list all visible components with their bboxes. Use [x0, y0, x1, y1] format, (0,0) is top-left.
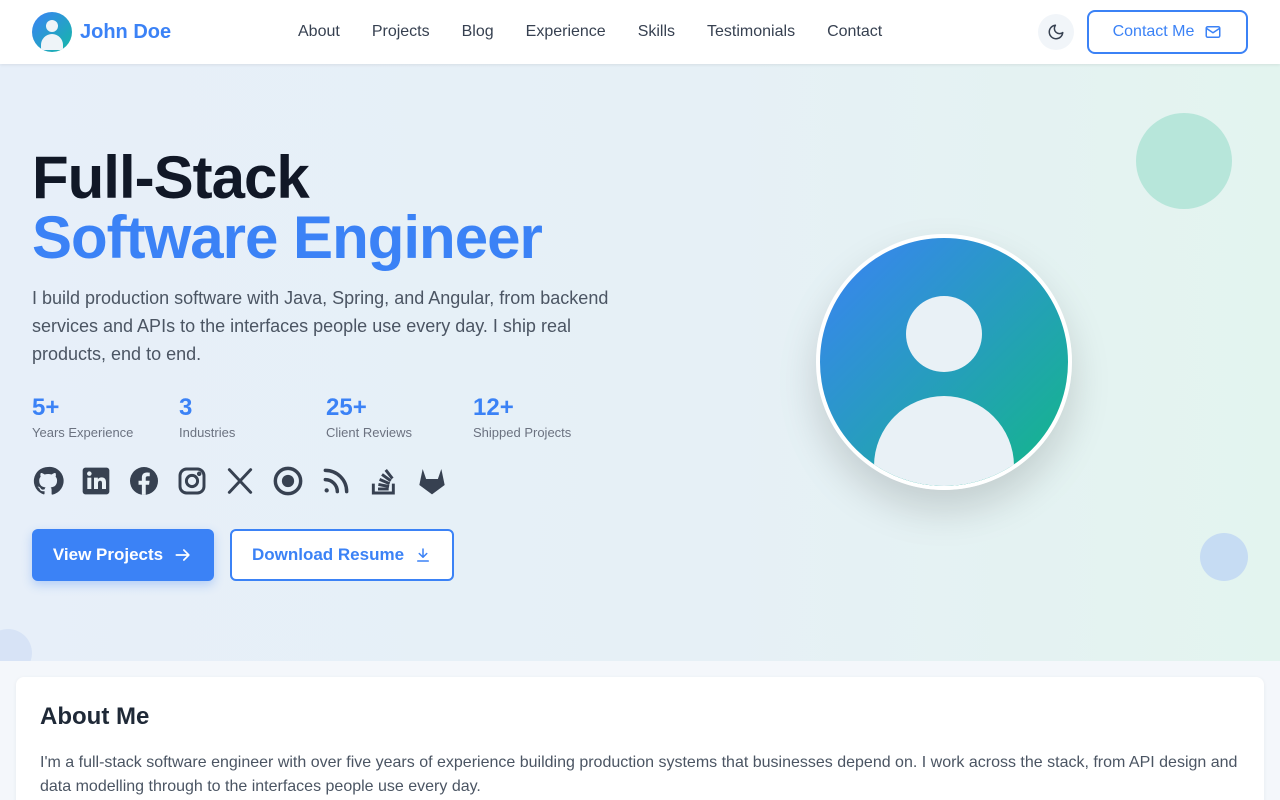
hero-title-line2: Software Engineer	[32, 204, 543, 271]
linkedin-link[interactable]	[80, 465, 112, 497]
rss-link[interactable]	[320, 465, 352, 497]
stat-value: 5+	[32, 394, 60, 421]
github-link[interactable]	[32, 465, 64, 497]
rss-icon	[323, 468, 349, 494]
stat-label: Industries	[179, 425, 236, 440]
stat-label: Shipped Projects	[473, 425, 572, 440]
hero-section: Full-Stack Software Engineer I build pro…	[0, 64, 1280, 661]
gitlab-icon	[419, 469, 445, 495]
nav-links: About Projects Blog Experience Skills Te…	[282, 0, 898, 64]
facebook-link[interactable]	[128, 465, 160, 497]
moon-icon	[1048, 24, 1064, 40]
github-icon	[33, 466, 64, 495]
view-projects-button[interactable]: View Projects	[32, 529, 214, 581]
stat-reviews: 25+ Client Reviews	[326, 394, 473, 440]
x-icon	[227, 468, 253, 494]
contact-me-button[interactable]: Contact Me	[1087, 10, 1248, 54]
stackoverflow-icon	[371, 469, 395, 495]
stat-label: Years Experience	[32, 425, 134, 440]
hero-description: I build production software with Java, S…	[32, 288, 609, 364]
record-link[interactable]	[272, 465, 304, 497]
nav-link-experience[interactable]: Experience	[526, 23, 606, 41]
decorative-circle	[1136, 113, 1232, 209]
profile-photo	[816, 234, 1072, 490]
decorative-circle	[0, 629, 32, 661]
stats-row: 5+ Years Experience 3 Industries 25+ Cli…	[32, 394, 620, 440]
stat-value: 12+	[473, 394, 514, 421]
linkedin-icon	[82, 467, 110, 495]
decorative-circle	[1200, 533, 1248, 581]
hero-title: Full-Stack Software Engineer	[32, 144, 543, 271]
nav-link-projects[interactable]: Projects	[372, 23, 430, 41]
stat-years: 5+ Years Experience	[32, 394, 179, 440]
instagram-link[interactable]	[176, 465, 208, 497]
instagram-icon	[178, 467, 206, 495]
nav-link-testimonials[interactable]: Testimonials	[707, 23, 795, 41]
navbar: John Doe About Projects Blog Experience …	[0, 0, 1280, 64]
stat-value: 25+	[326, 394, 367, 421]
nav-link-about[interactable]: About	[298, 23, 340, 41]
stat-projects: 12+ Shipped Projects	[473, 394, 620, 440]
brand-name: John Doe	[80, 20, 172, 43]
stackoverflow-link[interactable]	[368, 465, 400, 497]
nav-link-blog[interactable]: Blog	[462, 23, 494, 41]
stat-value: 3	[179, 394, 193, 421]
stat-label: Client Reviews	[326, 425, 412, 440]
avatar	[32, 12, 72, 52]
contact-me-label: Contact Me	[1112, 23, 1195, 40]
view-projects-label: View Projects	[52, 545, 164, 564]
social-links	[32, 465, 464, 497]
download-resume-label: Download Resume	[251, 545, 405, 564]
record-icon	[273, 466, 303, 496]
x-link[interactable]	[224, 465, 256, 497]
stat-industries: 3 Industries	[179, 394, 326, 440]
about-text: I'm a full-stack software engineer with …	[40, 754, 1238, 795]
nav-link-skills[interactable]: Skills	[638, 23, 675, 41]
download-resume-button[interactable]: Download Resume	[230, 529, 454, 581]
nav-link-contact[interactable]: Contact	[827, 23, 882, 41]
about-section: About Me I'm a full-stack software engin…	[16, 677, 1264, 800]
hero-title-line1: Full-Stack	[32, 144, 310, 211]
arrow-right-icon	[175, 549, 190, 561]
gitlab-link[interactable]	[416, 465, 448, 497]
about-title: About Me	[40, 703, 150, 730]
mail-icon	[1205, 26, 1221, 38]
download-icon	[417, 548, 430, 562]
facebook-icon	[130, 467, 158, 495]
brand-link[interactable]: John Doe	[32, 12, 171, 52]
theme-toggle-button[interactable]	[1038, 14, 1074, 50]
